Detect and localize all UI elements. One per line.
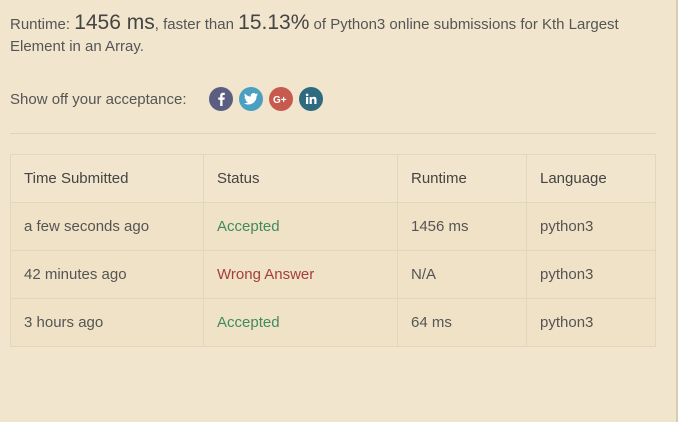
svg-text:G+: G+: [273, 95, 287, 105]
language-cell: python3: [526, 202, 656, 251]
faster-than-label: , faster than: [154, 16, 239, 33]
status-link[interactable]: Accepted: [203, 202, 398, 251]
percentile-value: 15.13%: [238, 11, 310, 34]
submission-result-page: Runtime: 1456 ms, faster than 15.13% of …: [0, 0, 678, 422]
google-plus-share-button[interactable]: G+: [268, 87, 293, 111]
header-language: Language: [526, 154, 656, 203]
runtime-summary: Runtime: 1456 ms, faster than 15.13% of …: [10, 12, 650, 58]
runtime-cell: 1456 ms: [397, 202, 527, 251]
table-row: a few seconds ago Accepted 1456 ms pytho…: [10, 202, 656, 251]
language-cell: python3: [526, 250, 656, 299]
runtime-label: Runtime:: [10, 16, 75, 33]
runtime-cell: N/A: [397, 250, 527, 299]
time-submitted-cell: a few seconds ago: [10, 202, 204, 251]
runtime-cell: 64 ms: [397, 298, 527, 347]
status-link[interactable]: Wrong Answer: [203, 250, 398, 299]
submissions-table: Time Submitted Status Runtime Language a…: [10, 154, 656, 347]
share-row: Show off your acceptance: G+: [10, 86, 329, 112]
twitter-icon: [243, 93, 258, 105]
facebook-share-button[interactable]: [208, 87, 233, 111]
header-runtime: Runtime: [397, 154, 527, 203]
google-plus-icon: G+: [273, 95, 287, 105]
linkedin-icon: [305, 93, 316, 104]
twitter-share-button[interactable]: [238, 87, 263, 111]
time-submitted-cell: 42 minutes ago: [10, 250, 204, 299]
table-row: 42 minutes ago Wrong Answer N/A python3: [10, 250, 656, 299]
time-submitted-cell: 3 hours ago: [10, 298, 204, 347]
table-row: 3 hours ago Accepted 64 ms python3: [10, 298, 656, 347]
facebook-icon: [217, 92, 225, 106]
section-divider: [10, 133, 656, 134]
language-cell: python3: [526, 298, 656, 347]
linkedin-share-button[interactable]: [298, 87, 323, 111]
table-header-row: Time Submitted Status Runtime Language: [10, 154, 656, 203]
runtime-value: 1456 ms: [74, 11, 155, 34]
header-time-submitted: Time Submitted: [10, 154, 204, 203]
status-link[interactable]: Accepted: [203, 298, 398, 347]
share-label: Show off your acceptance:: [10, 90, 187, 108]
header-status: Status: [203, 154, 398, 203]
